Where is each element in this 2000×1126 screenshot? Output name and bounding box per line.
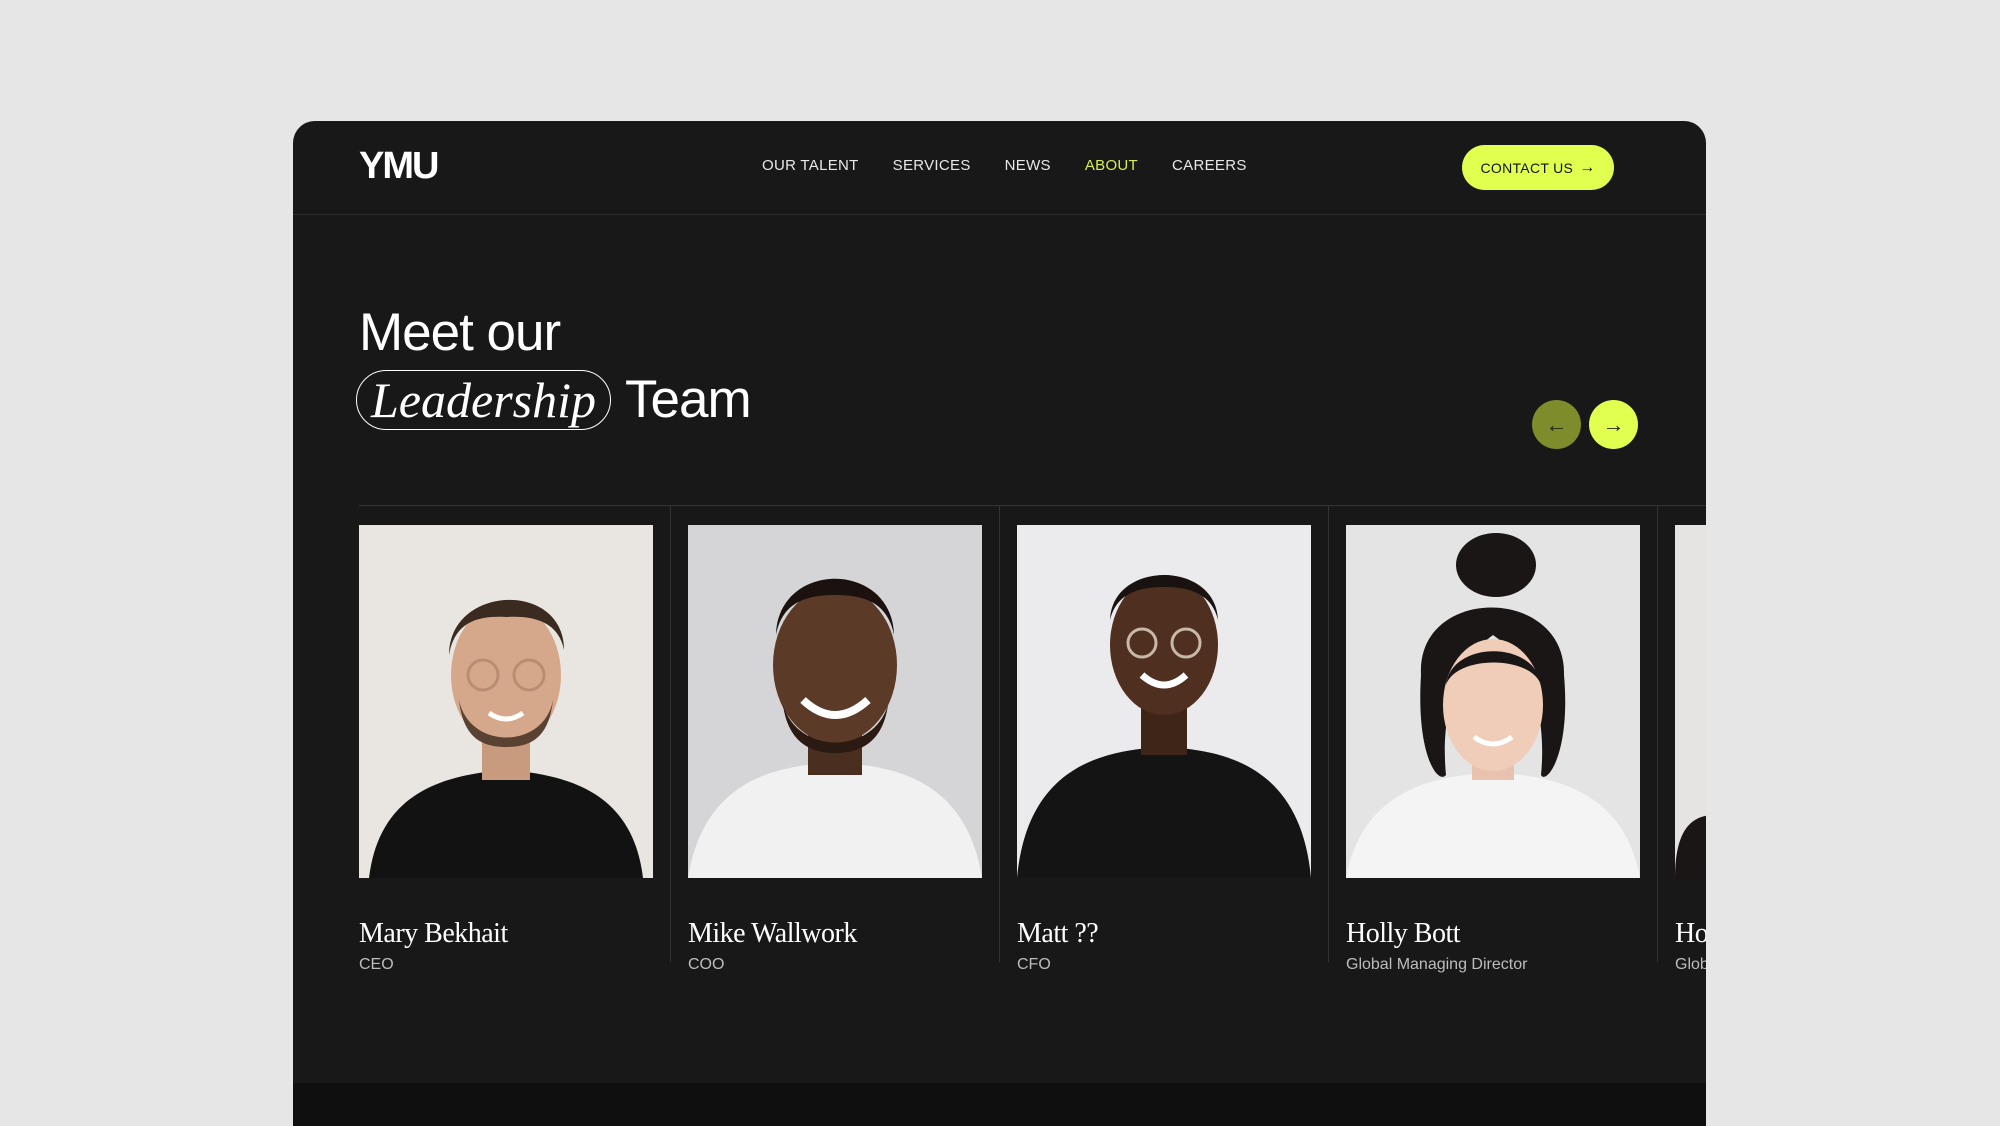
card-divider <box>1657 505 1658 962</box>
team-card[interactable]: Ho Glob <box>1675 505 1706 1085</box>
team-card[interactable]: Matt ?? CFO <box>1017 505 1329 1085</box>
card-divider <box>999 505 1000 962</box>
logo[interactable]: YMU <box>359 145 439 188</box>
team-photo <box>688 525 982 878</box>
team-member-role: CEO <box>359 956 394 973</box>
nav-item-careers[interactable]: CAREERS <box>1172 157 1247 174</box>
nav-links: OUR TALENT SERVICES NEWS ABOUT CAREERS <box>762 157 1281 174</box>
team-card[interactable]: Mike Wallwork COO <box>688 505 1000 1085</box>
team-member-role: COO <box>688 956 725 973</box>
team-member-name: Holly Bott <box>1346 918 1461 949</box>
browser-window: YMU OUR TALENT SERVICES NEWS ABOUT CAREE… <box>293 121 1706 1126</box>
section-heading-line1: Meet our <box>359 303 561 362</box>
team-member-role: CFO <box>1017 956 1051 973</box>
footer-strip <box>293 1083 1706 1126</box>
team-photo <box>1675 525 1706 878</box>
carousel-next-button[interactable]: → <box>1589 400 1638 449</box>
team-carousel: Mary Bekhait CEO Mike Wallwork COO Matt … <box>359 505 1706 1085</box>
team-photo <box>1346 525 1640 878</box>
contact-us-button[interactable]: CONTACT US → <box>1462 145 1614 190</box>
team-card[interactable]: Mary Bekhait CEO <box>359 505 671 1085</box>
nav-item-our-talent[interactable]: OUR TALENT <box>762 157 859 174</box>
card-divider <box>670 505 671 962</box>
arrow-right-icon: → <box>1579 158 1596 176</box>
nav-item-services[interactable]: SERVICES <box>893 157 971 174</box>
team-member-role: Global Managing Director <box>1346 956 1528 973</box>
carousel-controls: ← → <box>1532 400 1638 449</box>
arrow-right-icon: → <box>1602 411 1625 437</box>
team-member-name: Mary Bekhait <box>359 918 508 949</box>
carousel-prev-button[interactable]: ← <box>1532 400 1581 449</box>
arrow-left-icon: ← <box>1545 411 1568 437</box>
section-heading-line2: Leadership Team <box>356 369 752 430</box>
team-member-name: Matt ?? <box>1017 918 1099 949</box>
heading-highlight-pill: Leadership <box>356 369 611 430</box>
contact-us-label: CONTACT US <box>1480 159 1574 176</box>
team-photo <box>1017 525 1311 878</box>
heading-team-word: Team <box>625 370 752 429</box>
top-navigation: YMU OUR TALENT SERVICES NEWS ABOUT CAREE… <box>293 121 1706 215</box>
nav-item-news[interactable]: NEWS <box>1005 157 1051 174</box>
nav-item-about[interactable]: ABOUT <box>1085 157 1138 174</box>
team-member-role: Glob <box>1675 956 1706 973</box>
team-member-name: Ho <box>1675 918 1706 949</box>
team-card[interactable]: Holly Bott Global Managing Director <box>1346 505 1658 1085</box>
card-divider <box>1328 505 1329 962</box>
team-photo <box>359 525 653 878</box>
team-member-name: Mike Wallwork <box>688 918 857 949</box>
